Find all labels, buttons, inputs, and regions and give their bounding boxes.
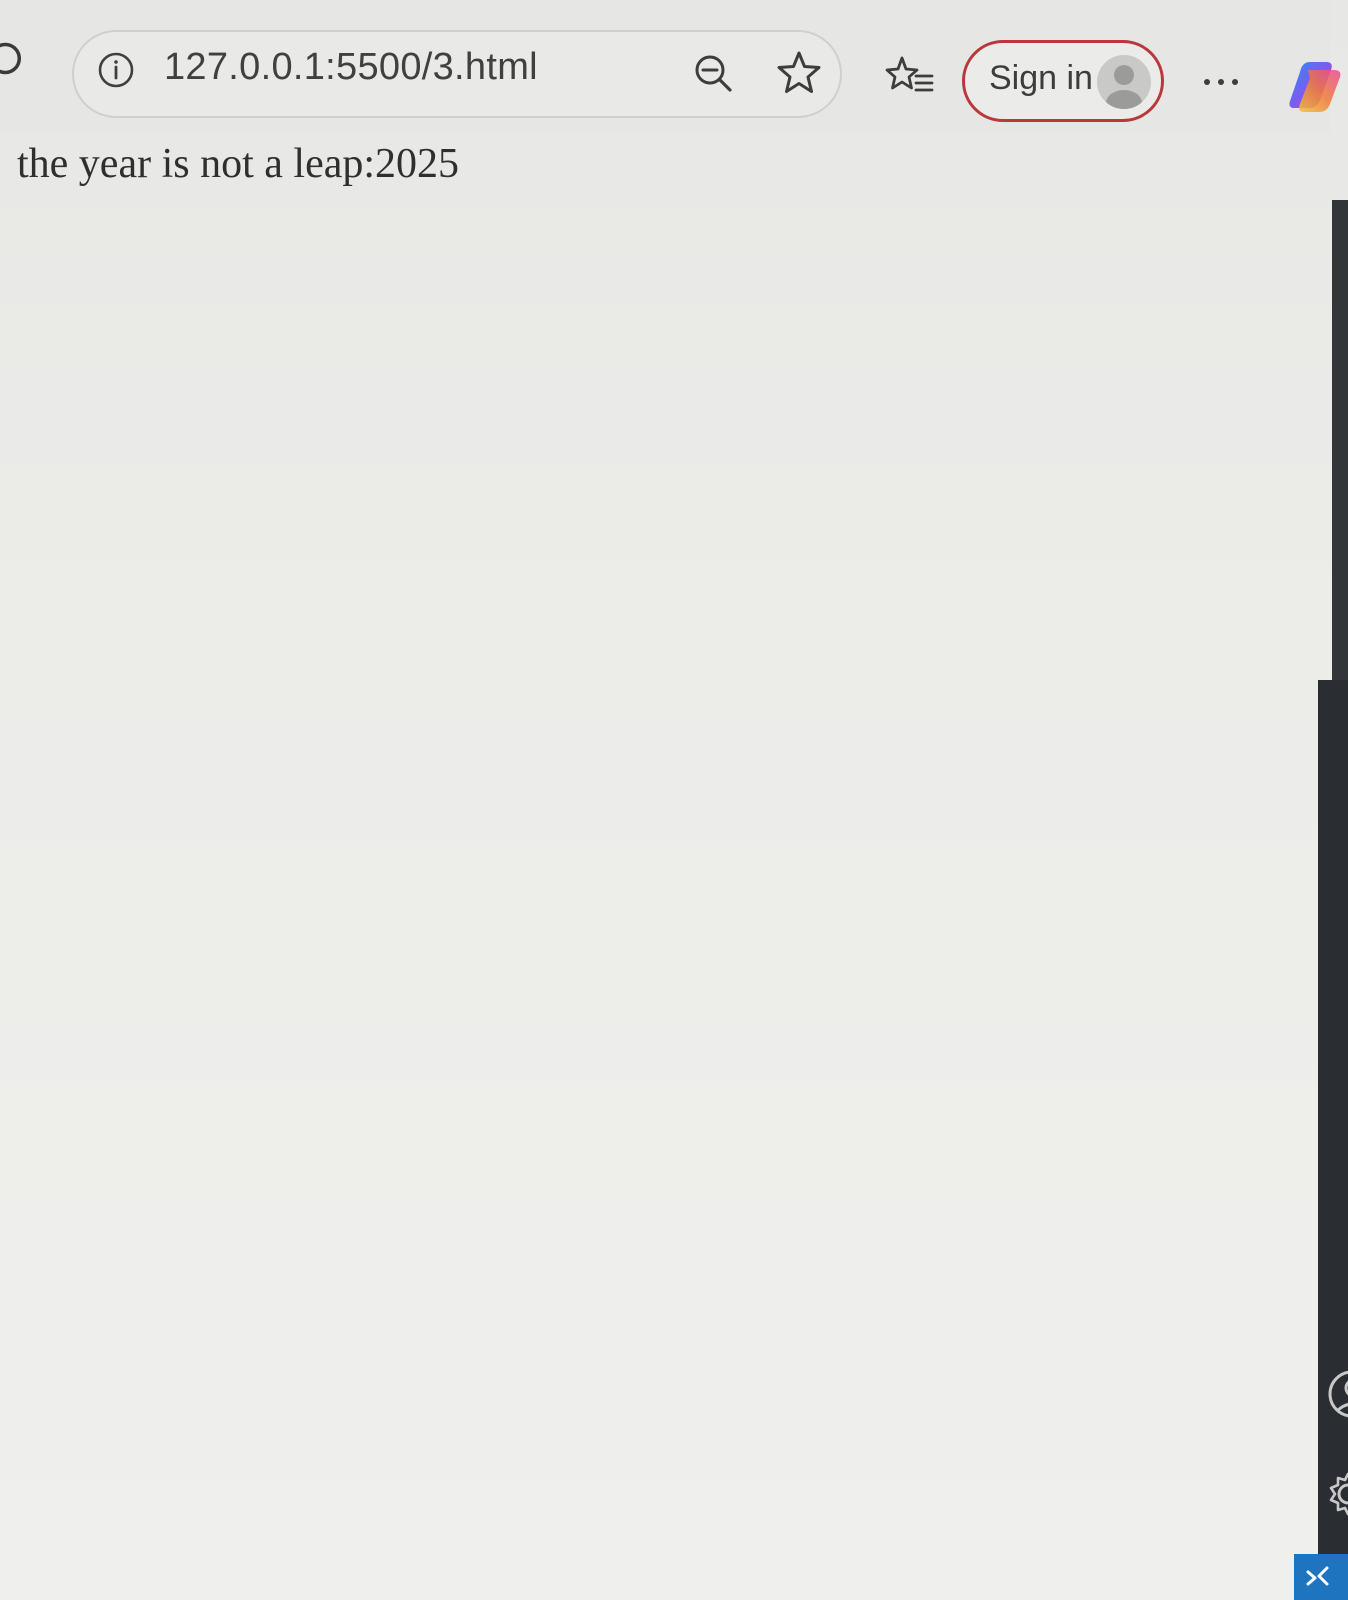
zoom-out-icon[interactable] bbox=[692, 52, 736, 96]
remote-button[interactable] bbox=[1294, 1554, 1348, 1600]
user-icon[interactable] bbox=[1322, 1364, 1348, 1424]
side-panel-edge bbox=[1332, 200, 1348, 680]
info-icon[interactable] bbox=[96, 50, 136, 90]
page-output-text: the year is not a leap:2025 bbox=[17, 141, 460, 187]
copilot-icon[interactable] bbox=[1286, 56, 1348, 118]
more-icon[interactable] bbox=[1196, 62, 1246, 102]
reload-button[interactable] bbox=[0, 36, 32, 82]
url-text[interactable]: 127.0.0.1:5500/3.html bbox=[164, 46, 538, 89]
avatar bbox=[1097, 55, 1151, 109]
sign-in-button[interactable]: Sign in bbox=[962, 40, 1164, 122]
gear-icon[interactable] bbox=[1316, 1466, 1348, 1522]
sign-in-label: Sign in bbox=[989, 59, 1093, 97]
remote-icon bbox=[1306, 1566, 1329, 1586]
side-panel bbox=[1318, 680, 1348, 1600]
person-icon bbox=[1106, 65, 1142, 109]
browser-window: 127.0.0.1:5500/3.html Sign in the year i… bbox=[0, 0, 1348, 1600]
browser-toolbar: 127.0.0.1:5500/3.html Sign in bbox=[0, 0, 1341, 132]
favorites-icon[interactable] bbox=[884, 54, 936, 102]
reload-icon bbox=[0, 42, 22, 75]
page-content: the year is not a leap:2025 bbox=[0, 132, 1338, 1600]
star-icon[interactable] bbox=[774, 48, 824, 98]
address-bar[interactable]: 127.0.0.1:5500/3.html bbox=[72, 30, 842, 118]
